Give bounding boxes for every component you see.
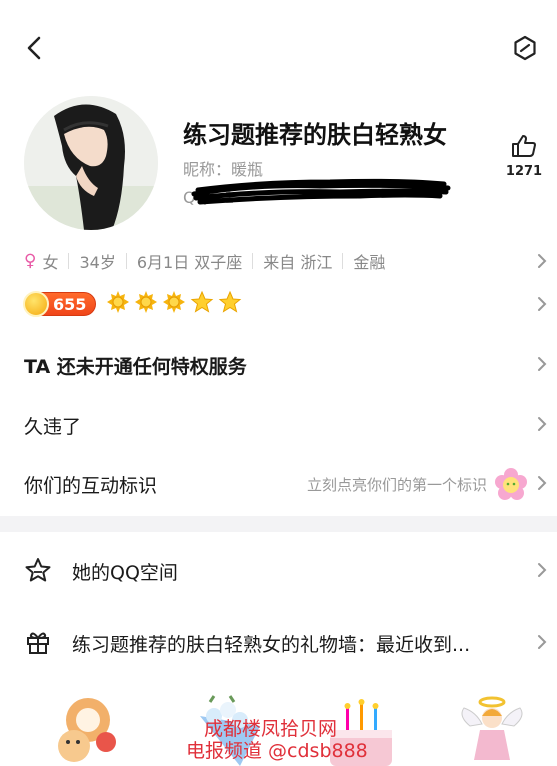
age: 34岁 — [79, 253, 116, 272]
chevron-right-icon — [538, 417, 547, 431]
level-value: 655 — [53, 295, 87, 314]
avatar[interactable] — [24, 96, 158, 230]
privilege-row[interactable]: TA 还未开通任何特权服务 — [0, 336, 557, 392]
avatar-portrait — [24, 96, 158, 230]
privilege-label: TA 还未开通任何特权服务 — [24, 356, 247, 378]
female-icon: ♀ — [24, 251, 37, 271]
chevron-right-icon — [538, 357, 547, 371]
chevron-right-icon — [538, 476, 547, 490]
qzone-label: 她的QQ空间 — [72, 562, 178, 584]
separator — [68, 253, 70, 269]
star-badge-icon — [218, 290, 242, 313]
level-badge: 655 — [23, 291, 96, 317]
birthday: 6月1日 双子座 — [136, 253, 243, 272]
star-badge-icon — [190, 290, 214, 313]
watermark-line1: 成都楼凤拾贝网 — [204, 718, 338, 740]
star-outline-icon — [25, 558, 51, 582]
chevron-right-icon — [538, 563, 547, 577]
hexagon-more-icon[interactable] — [511, 34, 539, 62]
profile-title: 练习题推荐的肤白轻熟女 — [183, 121, 447, 149]
status-label: 久违了 — [24, 416, 82, 438]
profile-info-row[interactable]: ♀ 女 34岁 6月1日 双子座 来自 浙江 金融 — [0, 240, 557, 282]
gift-wall-label: 练习题推荐的肤白轻熟女的礼物墙：最近收到... — [72, 634, 471, 656]
separator — [125, 253, 127, 269]
status-row[interactable]: 久违了 — [0, 396, 557, 452]
gift-cake-icon[interactable] — [44, 686, 134, 766]
separator — [252, 253, 254, 269]
interaction-hint: 立刻点亮你们的第一个标识 — [306, 476, 487, 494]
coin-icon — [23, 291, 49, 317]
sun-badge-icon — [163, 291, 185, 313]
interaction-row[interactable]: 你们的互动标识 立刻点亮你们的第一个标识 — [0, 455, 557, 511]
separator — [342, 253, 344, 269]
gift-icon — [27, 632, 49, 654]
watermark: 成都楼凤拾贝网 电报频道 @cdsb888 — [186, 718, 368, 762]
redaction-scribble — [191, 178, 451, 205]
chevron-right-icon — [538, 254, 547, 268]
back-arrow-icon[interactable] — [22, 34, 50, 62]
watermark-line2: 电报频道 @cdsb888 — [186, 740, 368, 762]
interaction-label: 你们的互动标识 — [24, 475, 158, 497]
sun-badge-icon — [135, 291, 157, 313]
like-button[interactable]: 1271 — [499, 134, 549, 190]
qzone-row[interactable]: 她的QQ空间 — [0, 542, 557, 598]
sun-badge-icon — [107, 291, 129, 313]
gift-angel-icon[interactable] — [448, 686, 538, 766]
industry: 金融 — [353, 253, 386, 272]
level-row[interactable]: 655 — [0, 286, 557, 322]
hometown: 来自 浙江 — [263, 253, 333, 272]
top-bar — [0, 0, 557, 96]
chevron-right-icon — [538, 635, 547, 649]
gender: 女 — [42, 253, 59, 272]
flower-icon — [495, 468, 527, 500]
chevron-right-icon — [538, 297, 547, 311]
thumbs-up-icon — [512, 135, 536, 157]
like-count: 1271 — [505, 164, 543, 179]
level-badges — [106, 290, 242, 314]
gift-wall-row[interactable]: 练习题推荐的肤白轻熟女的礼物墙：最近收到... — [0, 614, 557, 670]
section-divider — [0, 516, 557, 532]
